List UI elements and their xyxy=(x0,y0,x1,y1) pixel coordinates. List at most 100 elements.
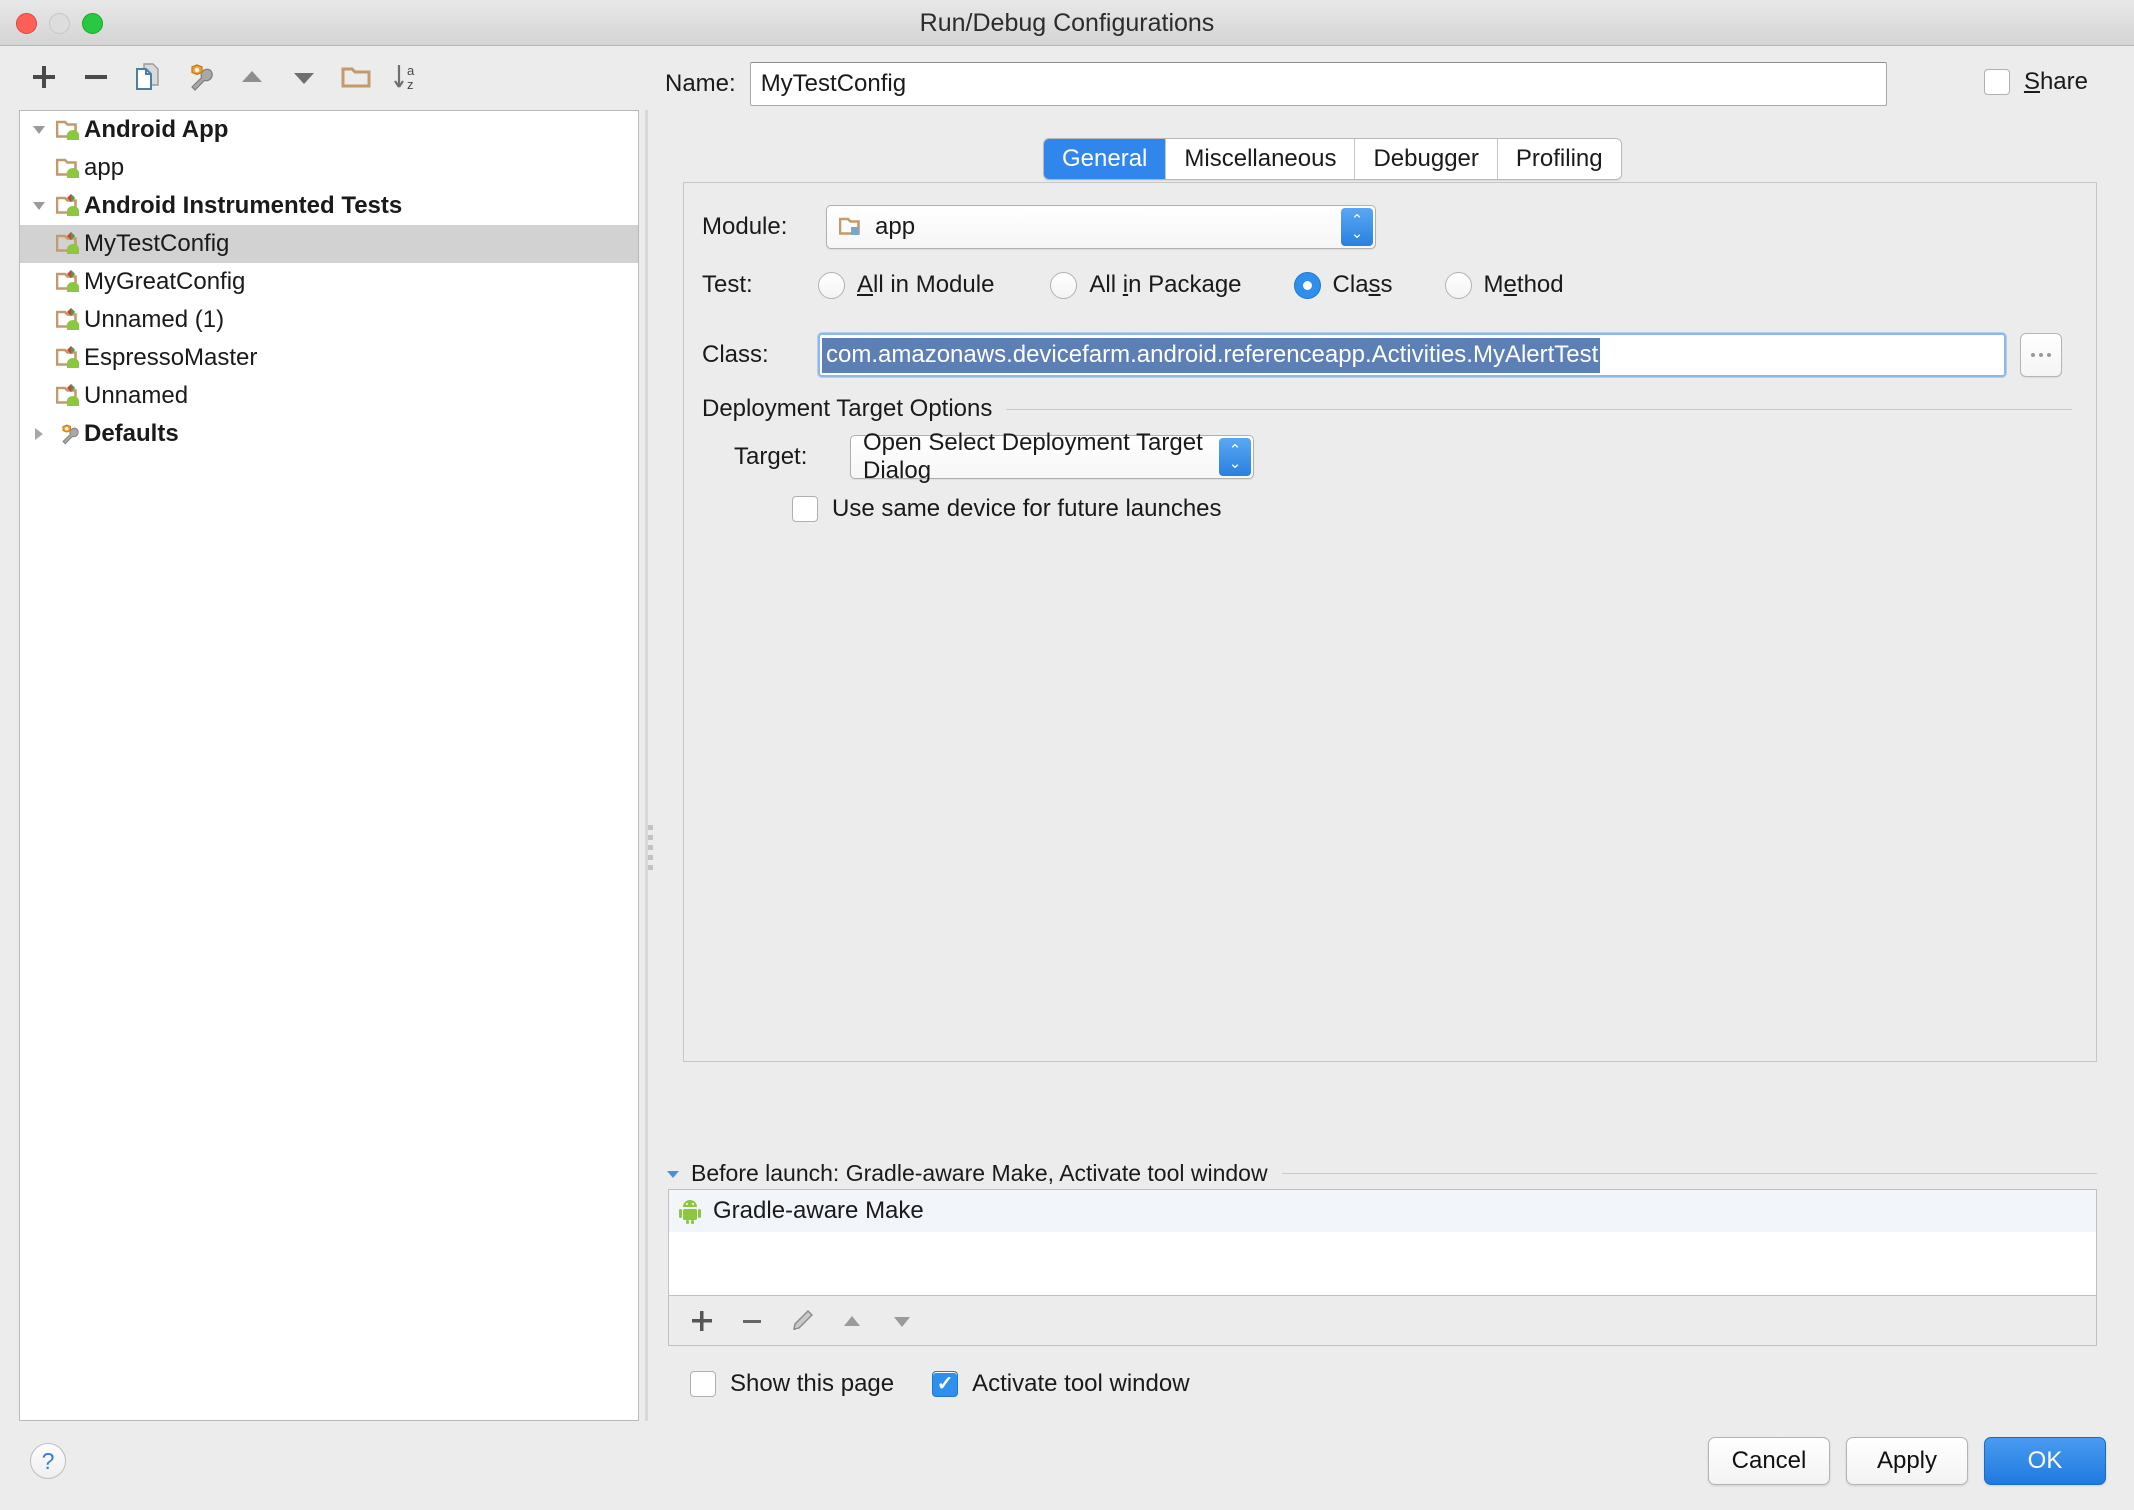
copy-configuration-button[interactable] xyxy=(122,53,174,101)
tree-item-mytestconfig[interactable]: MyTestConfig xyxy=(20,225,638,263)
panel-splitter[interactable] xyxy=(645,110,655,1421)
dot-icon xyxy=(2031,353,2035,357)
label-pre: Cla xyxy=(1332,271,1369,298)
target-combobox-arrows[interactable]: ⌃ ⌄ xyxy=(1219,438,1251,476)
class-input[interactable]: com.amazonaws.devicefarm.android.referen… xyxy=(818,333,2006,377)
minus-icon xyxy=(81,62,111,92)
wrench-icon xyxy=(54,422,84,446)
chevron-down-icon[interactable] xyxy=(24,197,54,215)
dot-icon xyxy=(2039,353,2043,357)
use-same-device-checkbox-box[interactable] xyxy=(792,496,818,522)
radio-all-in-package-label: All in Package xyxy=(1089,271,1241,299)
before-launch-header[interactable]: Before launch: Gradle-aware Make, Activa… xyxy=(665,1160,2097,1187)
before-launch-task-row[interactable]: Gradle-aware Make xyxy=(669,1190,2096,1232)
name-label: Name: xyxy=(665,70,736,97)
share-label: Share xyxy=(2024,68,2088,96)
chevron-right-icon[interactable] xyxy=(24,425,54,443)
apply-button[interactable]: Apply xyxy=(1846,1437,1968,1485)
tree-item-unnamed[interactable]: Unnamed xyxy=(20,377,638,415)
tab-debugger[interactable]: Debugger xyxy=(1355,139,1498,179)
edit-task-button[interactable] xyxy=(779,1301,825,1341)
tree-item-app[interactable]: app xyxy=(20,149,638,187)
activate-tool-window-label: Activate tool window xyxy=(972,1370,1190,1397)
group-separator-line xyxy=(1006,408,2072,410)
share-checkbox-box[interactable] xyxy=(1983,69,2010,95)
config-tabs[interactable]: General Miscellaneous Debugger Profiling xyxy=(1043,138,1622,180)
tree-item-unnamed-1[interactable]: Unnamed (1) xyxy=(20,301,638,339)
tree-item-label: Unnamed xyxy=(84,382,189,409)
deployment-target-group-title: Deployment Target Options xyxy=(702,395,993,422)
radio-method-button[interactable] xyxy=(1444,271,1472,299)
ok-button[interactable]: OK xyxy=(1984,1437,2106,1485)
create-folder-button[interactable] xyxy=(330,53,382,101)
activate-tool-window-checkbox[interactable]: Activate tool window xyxy=(932,1370,1190,1398)
plus-icon xyxy=(29,62,59,92)
remove-configuration-button[interactable] xyxy=(70,53,122,101)
before-launch-task-label: Gradle-aware Make xyxy=(713,1197,924,1224)
arrow-up-icon xyxy=(839,1308,865,1334)
activate-tool-window-checkbox-box[interactable] xyxy=(932,1371,959,1397)
radio-class-button[interactable] xyxy=(1293,271,1321,299)
use-same-device-label: Use same device for future launches xyxy=(832,495,1222,522)
module-value-text: app xyxy=(875,213,916,240)
remove-task-button[interactable] xyxy=(729,1301,775,1341)
class-row: Class: com.amazonaws.devicefarm.android.… xyxy=(702,333,2062,377)
class-label: Class: xyxy=(702,341,769,368)
tree-item-espressomaster[interactable]: EspressoMaster xyxy=(20,339,638,377)
tab-profiling[interactable]: Profiling xyxy=(1497,139,1621,179)
tree-item-mygreatconfig[interactable]: MyGreatConfig xyxy=(20,263,638,301)
edit-defaults-button[interactable] xyxy=(174,53,226,101)
cancel-button[interactable]: Cancel xyxy=(1708,1437,1830,1485)
tree-item-label: MyGreatConfig xyxy=(84,268,246,295)
tree-item-android-app[interactable]: Android App xyxy=(20,111,638,149)
use-same-device-checkbox[interactable]: Use same device for future launches xyxy=(792,495,1222,523)
tree-item-label: Android Instrumented Tests xyxy=(84,192,403,219)
sort-alphabetically-button[interactable]: a z xyxy=(382,53,434,101)
show-this-page-checkbox-box[interactable] xyxy=(690,1371,716,1397)
test-label: Test: xyxy=(702,271,753,298)
target-combobox[interactable]: Open Select Deployment Target Dialog ⌃ ⌄ xyxy=(850,429,1254,484)
add-configuration-button[interactable] xyxy=(18,53,70,101)
add-task-button[interactable] xyxy=(679,1301,725,1341)
before-launch-task-list[interactable]: Gradle-aware Make xyxy=(668,1189,2097,1296)
module-combobox[interactable]: app ⌃ ⌄ xyxy=(826,205,1376,249)
tree-item-defaults[interactable]: Defaults xyxy=(20,415,638,453)
chevron-down-icon[interactable] xyxy=(24,121,54,139)
splitter-grip[interactable] xyxy=(648,825,653,875)
name-input[interactable] xyxy=(749,62,1887,106)
android-folder-icon xyxy=(54,156,84,180)
module-combobox-arrows[interactable]: ⌃ ⌄ xyxy=(1341,208,1373,246)
test-row: Test: All in Module All in Package Class… xyxy=(702,271,1564,299)
radio-class-label: Class xyxy=(1333,271,1393,299)
mnemonic: A xyxy=(857,271,874,298)
tree-item-label: EspressoMaster xyxy=(84,344,258,371)
show-this-page-checkbox[interactable]: Show this page xyxy=(690,1370,894,1398)
move-up-button[interactable] xyxy=(226,53,278,101)
move-task-up-button[interactable] xyxy=(829,1301,875,1341)
help-button[interactable]: ? xyxy=(30,1443,66,1479)
label-rest: n Package xyxy=(1128,271,1242,298)
radio-all-in-package-button[interactable] xyxy=(1050,271,1078,299)
share-checkbox[interactable]: Share xyxy=(1983,68,2102,96)
tree-item-label: app xyxy=(84,154,125,181)
triangle-down-icon[interactable] xyxy=(665,1166,681,1182)
arrow-down-icon xyxy=(889,1308,915,1334)
target-combobox-value: Open Select Deployment Target Dialog xyxy=(863,429,1203,484)
tab-miscellaneous[interactable]: Miscellaneous xyxy=(1166,139,1356,179)
move-down-button[interactable] xyxy=(278,53,330,101)
radio-all-in-package[interactable]: All in Package xyxy=(1050,271,1242,299)
configurations-tree[interactable]: Android App app Android Instrumented Tes… xyxy=(19,110,639,1421)
move-task-down-button[interactable] xyxy=(879,1301,925,1341)
window-title-bar: Run/Debug Configurations xyxy=(0,0,2134,46)
general-tab-panel: Module: app ⌃⌄ Test: All in Module All xyxy=(683,182,2097,1062)
radio-all-in-module[interactable]: All in Module xyxy=(818,271,994,299)
tree-item-android-instrumented-tests[interactable]: Android Instrumented Tests xyxy=(20,187,638,225)
radio-all-in-module-button[interactable] xyxy=(818,271,845,299)
tab-general[interactable]: General xyxy=(1044,139,1167,179)
radio-method[interactable]: Method xyxy=(1444,271,1564,299)
android-test-folder-icon xyxy=(54,194,84,218)
radio-class[interactable]: Class xyxy=(1293,271,1393,299)
splitter-bar xyxy=(645,110,648,1421)
module-combobox-value: app xyxy=(827,213,915,241)
class-browse-button[interactable] xyxy=(2020,333,2062,377)
